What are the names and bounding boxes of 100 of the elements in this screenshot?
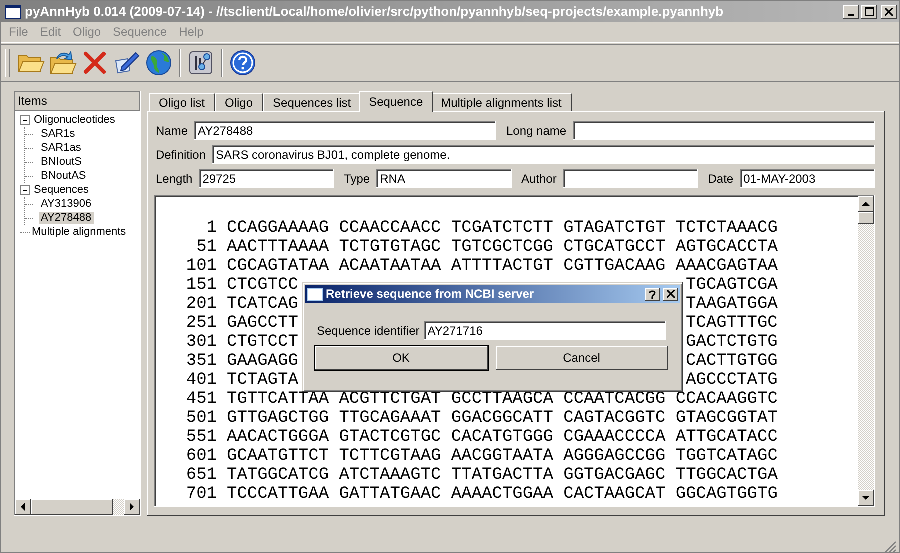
graph-icon <box>188 50 214 76</box>
help-button[interactable] <box>645 288 660 300</box>
globe-icon <box>146 50 172 76</box>
field-label: Definition <box>155 148 208 162</box>
cross-icon <box>83 51 107 75</box>
sequence-fragment: GAGCCTT <box>227 314 298 333</box>
sequence-fragment: GAAGAGG <box>227 352 298 371</box>
position-number: 451 <box>185 390 217 409</box>
position-number: 101 <box>185 257 217 276</box>
field-label: Name <box>155 124 190 138</box>
field-label: Length <box>155 172 194 186</box>
column-header: Items <box>15 92 140 111</box>
sequence-line: GTTGAGCTGG TTGCAGAAAT GGACGGCATT CAGTACGGTC GTAGCGGTAT <box>227 409 778 428</box>
tab[interactable]: Sequences list <box>263 93 362 111</box>
resize-grip-icon[interactable] <box>884 541 897 552</box>
sequence-line: TATGGCATCG ATCTAAAGTC TTATGACTTA GGTGACGAGC TTGGCACTGA <box>227 466 778 485</box>
position-number: 51 <box>196 238 217 257</box>
sequence-fragment: TCAGTTTGC <box>686 314 778 333</box>
sequence-fragment: TGCAGTCGA <box>686 276 778 295</box>
collapse-toggle[interactable] <box>20 115 30 125</box>
tab[interactable]: Sequence <box>359 91 434 112</box>
scrollbar-track[interactable] <box>113 499 124 515</box>
input-field[interactable]: AY271716 <box>424 321 666 340</box>
sequence-fragment: TAAGATGGA <box>686 295 778 314</box>
position-number: 251 <box>185 314 217 333</box>
sequence-fragment: CTCGTCC <box>227 276 298 295</box>
dialog-title: Retrieve sequence from NCBI server <box>326 287 536 301</box>
dialog-button[interactable]: Cancel <box>496 346 668 370</box>
maximize-icon <box>864 7 874 16</box>
position-number: 551 <box>185 428 217 447</box>
scrollbar-thumb[interactable] <box>858 212 874 224</box>
dialog-button[interactable]: OK <box>315 346 488 370</box>
close-icon <box>885 8 893 16</box>
position-number: 701 <box>185 485 217 504</box>
tree-item[interactable]: BNIoutS <box>39 156 84 168</box>
sequence-fragment: CACTTGTGG <box>686 352 778 371</box>
position-number: 151 <box>185 276 217 295</box>
field-label: Sequence identifier <box>316 324 421 338</box>
tree-item[interactable]: Oligonucleotides <box>32 114 118 126</box>
position-number: 1 <box>206 219 217 238</box>
folder-arrow-icon <box>49 50 77 76</box>
help-icon <box>230 50 256 76</box>
tree-item[interactable]: SAR1as <box>39 142 84 154</box>
question-mark-icon <box>649 290 656 298</box>
tab[interactable]: Oligo list <box>149 93 216 111</box>
sequence-line: TCCCATTGAA GATTATGAAC AAAACTGGAA CACTAAGCAT GGCAGTGGTG <box>227 485 778 504</box>
sequence-line: GCAATGTTCT TCTTCGTAAG AACGGTAATA AGGGAGCCGG TGGTCATAGC <box>227 447 778 466</box>
sequence-line: CCAGGAAAAG CCAACCAACC TCGATCTCTT GTAGATCTGT TCTCTAAACG <box>227 219 778 238</box>
input-field[interactable]: SARS coronavirus BJ01, complete genome. <box>212 145 875 164</box>
horizontal-scrollbar[interactable] <box>15 499 140 515</box>
tab[interactable]: Multiple alignments list <box>431 93 572 111</box>
tree-item[interactable]: AY278488 <box>39 212 94 224</box>
position-number: 351 <box>185 352 217 371</box>
tree-item[interactable]: Sequences <box>32 184 92 196</box>
tab[interactable]: Oligo <box>215 93 264 111</box>
window-title: pyAnnHyb 0.014 (2009-07-14) - //tsclient/Local/home/olivier/src/python/pyannhyb/seq-projects/example.pyannhyb <box>25 4 725 19</box>
input-field[interactable]: 29725 <box>198 169 334 188</box>
position-number: 601 <box>185 447 217 466</box>
scrollbar-thumb[interactable] <box>31 499 113 515</box>
minimize-button[interactable] <box>843 4 859 18</box>
sequence-fragment: AGCCCTATG <box>686 371 778 390</box>
minimize-icon <box>848 14 854 16</box>
sequence-line: AACTTTAAAA TCTGTGTAGC TGTCGCTCGG CTGCATGCCT AGTGCACCTA <box>227 238 778 257</box>
field-label: Date <box>707 172 735 186</box>
input-field[interactable] <box>572 121 875 140</box>
position-number: 651 <box>185 466 217 485</box>
tree-item[interactable]: SAR1s <box>39 128 78 140</box>
input-field[interactable]: RNA <box>376 169 512 188</box>
down-arrow-icon <box>862 496 870 500</box>
collapse-toggle[interactable] <box>20 185 30 195</box>
position-number: 301 <box>185 333 217 352</box>
input-field[interactable] <box>562 169 698 188</box>
sequence-fragment: TCTAGTA <box>227 371 298 390</box>
right-arrow-icon <box>130 503 134 511</box>
field-label: Long name <box>505 124 568 138</box>
left-arrow-icon <box>20 503 26 511</box>
window-icon <box>307 288 323 300</box>
field-label: Author <box>520 172 558 186</box>
position-number: 401 <box>185 371 217 390</box>
input-field[interactable]: 01-MAY-2003 <box>740 169 875 188</box>
input-field[interactable]: AY278488 <box>194 121 496 140</box>
window-icon <box>5 4 21 18</box>
close-icon <box>666 290 674 298</box>
pencil-paper-icon <box>114 51 140 75</box>
close-button[interactable] <box>881 4 897 18</box>
close-button[interactable] <box>663 288 678 300</box>
up-arrow-icon <box>862 202 870 206</box>
field-label: Type <box>343 172 372 186</box>
tree-item[interactable]: BNoutAS <box>39 170 88 182</box>
sequence-line: TGTTCATTAA ACGTTCTGAT GCCTTAAGCA CCAATCACGG CCACAAGGTC <box>227 390 778 409</box>
tree-item[interactable]: Multiple alignments <box>30 226 128 238</box>
maximize-button[interactable] <box>861 4 877 18</box>
position-number: 501 <box>185 409 217 428</box>
position-number: 201 <box>185 295 217 314</box>
sequence-line: CGCAGTATAA ACAATAATAA ATTTTACTGT CGTTGACAAG AAACGAGTAA <box>227 257 778 276</box>
sequence-fragment: CTGTCCT <box>227 333 298 352</box>
tree-item[interactable]: AY313906 <box>39 198 94 210</box>
sequence-line: AACACTGGGA GTACTCGTGC CACATGTGGG CGAAACCCCA ATTGCATACC <box>227 428 778 447</box>
sequence-fragment: GACTCTGTG <box>686 333 778 352</box>
sequence-fragment: TCATCAG <box>227 295 298 314</box>
